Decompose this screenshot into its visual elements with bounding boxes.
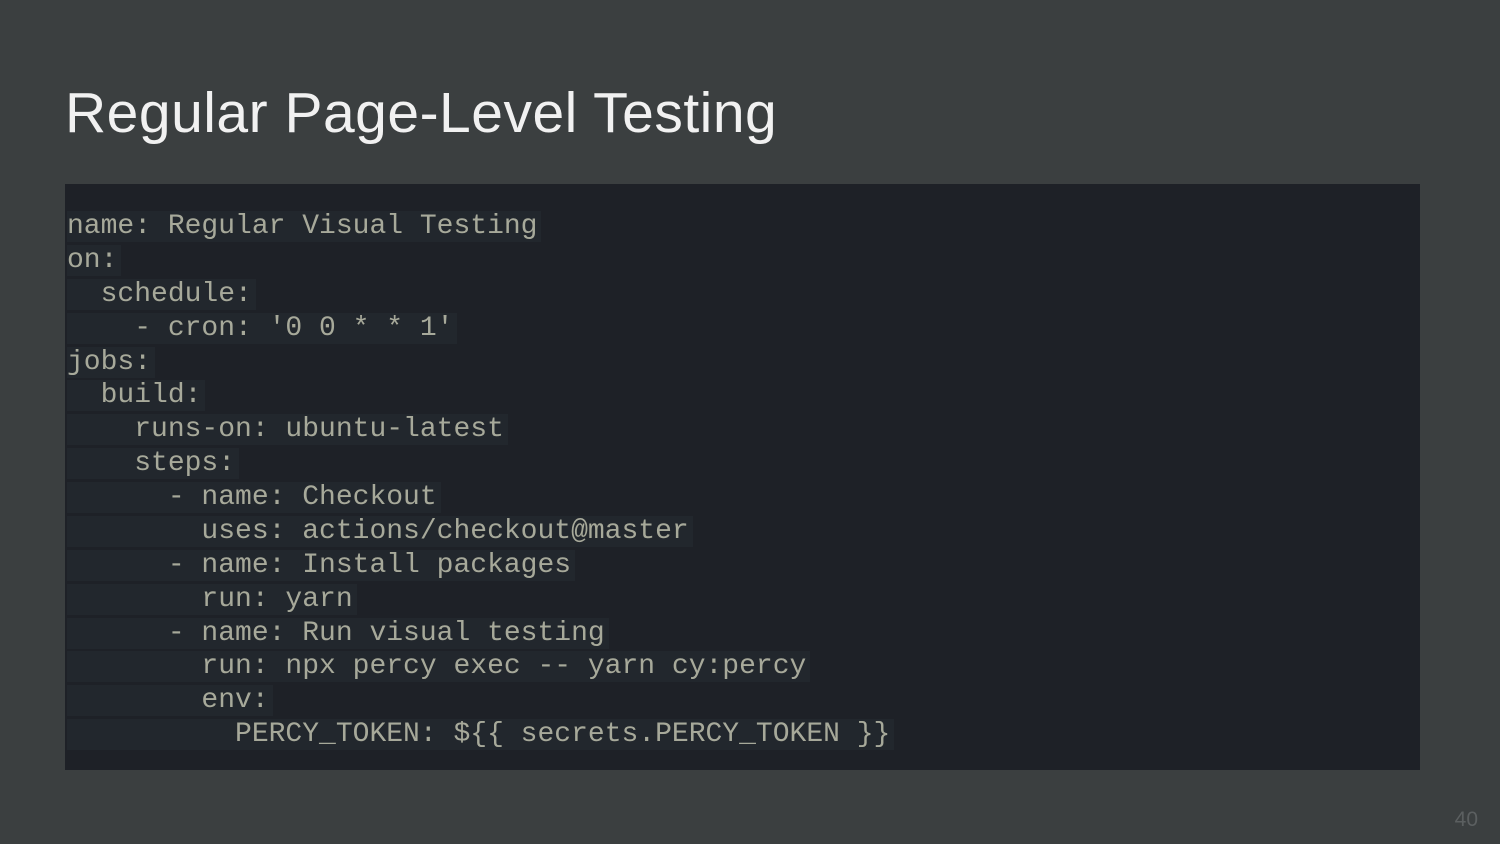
slide: Regular Page-Level Testing name: Regular… xyxy=(0,0,1500,844)
code-line: name: Regular Visual Testing xyxy=(65,210,1420,244)
slide-title: Regular Page-Level Testing xyxy=(65,80,1435,146)
code-line: run: npx percy exec -- yarn cy:percy xyxy=(65,650,1420,684)
code-line: PERCY_TOKEN: ${{ secrets.PERCY_TOKEN }} xyxy=(65,718,1420,752)
code-line: steps: xyxy=(65,447,1420,481)
code-line: runs-on: ubuntu-latest xyxy=(65,413,1420,447)
code-line: on: xyxy=(65,244,1420,278)
page-number: 40 xyxy=(1455,808,1478,832)
code-line: - cron: '0 0 * * 1' xyxy=(65,312,1420,346)
code-line: run: yarn xyxy=(65,583,1420,617)
code-line: - name: Run visual testing xyxy=(65,617,1420,651)
code-line: jobs: xyxy=(65,346,1420,380)
code-line: build: xyxy=(65,379,1420,413)
code-block: name: Regular Visual Testing on: schedul… xyxy=(65,184,1420,770)
code-line: schedule: xyxy=(65,278,1420,312)
code-line: uses: actions/checkout@master xyxy=(65,515,1420,549)
code-line: - name: Install packages xyxy=(65,549,1420,583)
code-line: - name: Checkout xyxy=(65,481,1420,515)
code-line: env: xyxy=(65,684,1420,718)
